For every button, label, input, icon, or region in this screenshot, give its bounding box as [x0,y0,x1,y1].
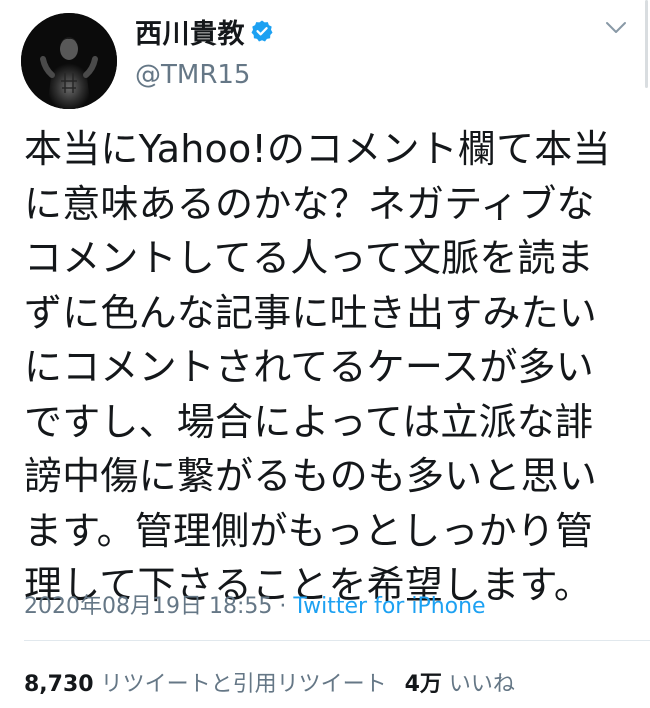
avatar[interactable] [21,13,117,109]
tweet-text-line: にコメントされてるケースが多い [24,345,594,389]
divider [24,640,650,641]
tweet-text-line: 謗中傷に繋がるものも多いと思い [24,454,598,498]
chevron-down-icon[interactable] [605,20,627,36]
scrollbar[interactable] [645,0,648,88]
tweet-stats: 8,730 リツイートと引用リツイート 4万 いいね [24,666,515,698]
likes-count: 4万 [404,672,442,697]
meta-separator: · [272,594,294,619]
display-name-row[interactable]: 西川貴教 [135,12,274,51]
tweet-meta: 2020年08月19日 18:55 · Twitter for iPhone [24,588,486,620]
likes-label: いいね [448,672,515,697]
avatar-image [21,13,117,109]
tweet-text-line: 本当にYahoo!のコメント欄て本当 [24,127,611,171]
verified-badge-icon [250,19,274,43]
tweet-timestamp[interactable]: 2020年08月19日 18:55 [24,594,272,619]
tweet-text-line: コメントしてる人って文脈を読ま [24,236,594,280]
tweet-text-line: ます。管理側がもっとしっかり管 [24,508,594,553]
display-name[interactable]: 西川貴教 [135,12,245,51]
retweets-stat[interactable]: 8,730 リツイートと引用リツイート [24,672,387,697]
tweet-text-line: ずに色んな記事に吐き出すみたい [24,290,598,335]
tweet-text-line: ですし、場合によっては立派な誹 [24,399,594,444]
retweets-label: リツイートと引用リツイート [100,672,387,697]
tweet-text-line: に意味あるのかな？ネガティブな [24,181,595,226]
likes-stat[interactable]: 4万 いいね [405,672,515,697]
tweet-header: 西川貴教 @TMR15 [0,0,650,110]
tweet-text: 本当にYahoo!のコメント欄て本当 に意味あるのかな？ネガティブな コメントし… [24,122,624,613]
retweets-count: 8,730 [24,672,94,697]
user-handle[interactable]: @TMR15 [135,60,250,90]
tweet-source-link[interactable]: Twitter for iPhone [293,594,485,619]
